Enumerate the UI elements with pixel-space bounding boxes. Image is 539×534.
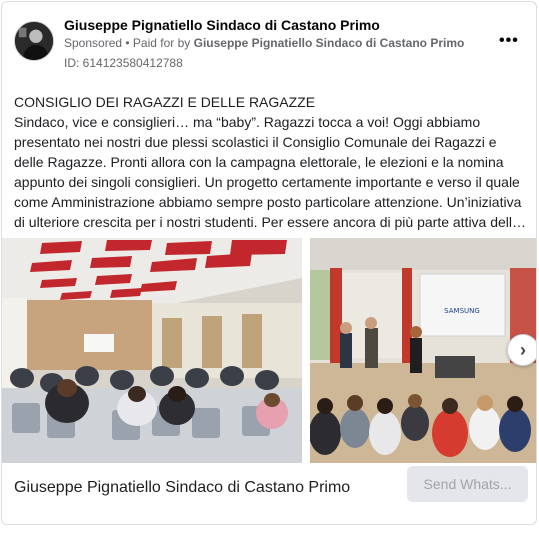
carousel-next-button[interactable]: › [507,334,536,366]
projector-screen-text: SAMSUNG [444,307,480,315]
image-carousel: SAMSUNG [2,238,536,463]
footer-page-title[interactable]: Giuseppe Pignatiello Sindaco di Castano … [14,479,350,497]
post-body: Sindaco, vice e consiglieri… ma “baby”. … [14,114,527,230]
ad-id: ID: 614123580412788 [64,56,183,70]
page-name-link[interactable]: Giuseppe Pignatiello Sindaco di Castano … [64,17,380,33]
more-options-icon[interactable]: ••• [499,33,519,49]
page-avatar[interactable] [14,21,54,61]
carousel-slide-1[interactable] [2,238,302,463]
carousel-slide-2[interactable]: SAMSUNG [310,238,536,463]
ad-card: Giuseppe Pignatiello Sindaco di Castano … [1,1,537,525]
ad-meta: Sponsored • Paid for by Giuseppe Pignati… [64,36,464,50]
gym-photo: SAMSUNG [310,238,536,463]
avatar-photo-icon [15,22,53,60]
post-headline: CONSIGLIO DEI RAGAZZI E DELLE RAGAZZE [14,94,316,110]
auditorium-photo [2,238,302,463]
paid-for-prefix: Paid for by [132,36,194,50]
chevron-right-icon: › [520,339,526,360]
meta-separator: • [122,36,133,50]
post-text: CONSIGLIO DEI RAGAZZI E DELLE RAGAZZE Si… [14,92,529,232]
paid-for-name[interactable]: Giuseppe Pignatiello Sindaco di Castano … [194,36,465,50]
send-whatsapp-button[interactable]: Send Whats... [407,466,528,502]
sponsored-label: Sponsored [64,36,123,50]
